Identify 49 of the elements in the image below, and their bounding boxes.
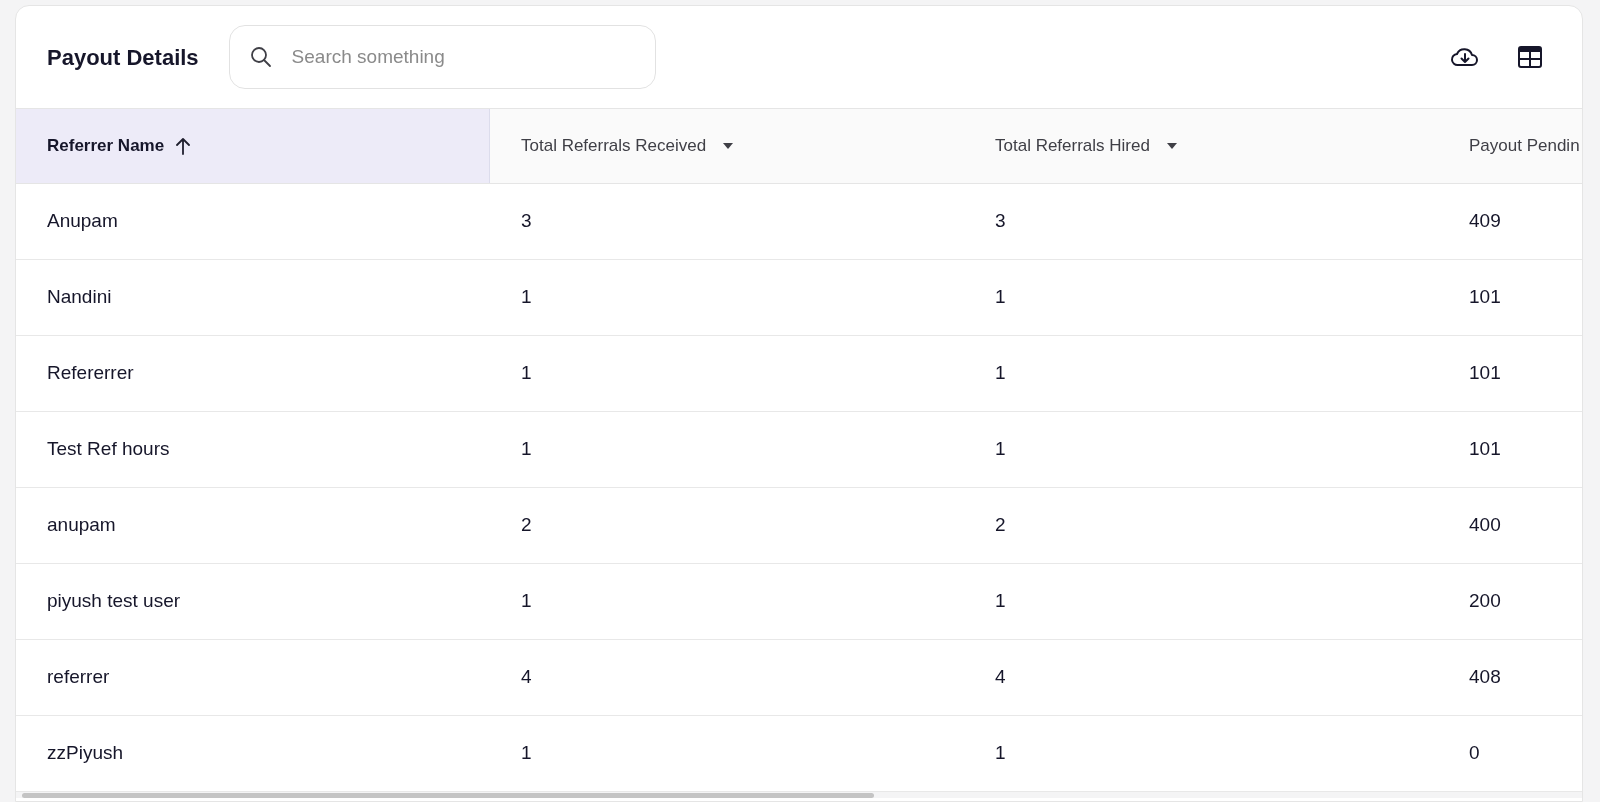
page-title: Payout Details [47, 43, 199, 72]
caret-down-icon[interactable] [1165, 142, 1178, 150]
table-cell-text: 200 [1469, 589, 1501, 614]
table-cell-text: Anupam [47, 209, 118, 234]
column-header[interactable]: Payout Pendin [1438, 109, 1582, 183]
table-cell-text: 101 [1469, 437, 1501, 462]
table-cell-text: piyush test user [47, 589, 181, 614]
up-arrow-icon[interactable] [176, 137, 191, 155]
table-cell-text: zzPiyush [47, 741, 124, 766]
search-icon [248, 45, 273, 69]
table-cell-text: 408 [1469, 665, 1501, 690]
table-cell-text: 4 [521, 665, 532, 690]
table-cell-text: 101 [1469, 361, 1501, 386]
column-header[interactable]: Total Referrals Hired [964, 109, 1438, 183]
column-header[interactable]: Referrer Name [16, 109, 490, 183]
table-cell-text: 1 [521, 437, 532, 462]
table-cell-text: 101 [1469, 285, 1501, 310]
column-label: Referrer Name [47, 135, 165, 158]
table-cell-text: 2 [521, 513, 532, 538]
table-cell-text: 1 [995, 589, 1006, 614]
table-cell-text: 1 [521, 361, 532, 386]
table-cell-text: anupam [47, 513, 116, 538]
table-cell-text: 3 [521, 209, 532, 234]
table-cell-text: 409 [1469, 209, 1501, 234]
table-cell-text: 0 [1469, 741, 1480, 766]
table-cell-text: Nandini [47, 285, 112, 310]
table-cell-text: 2 [995, 513, 1006, 538]
column-label: Total Referrals Received [521, 135, 707, 158]
table-cell-text: referrer [47, 665, 110, 690]
table-cell-text: 1 [995, 361, 1006, 386]
table-cell-text: 1 [995, 437, 1006, 462]
table-cell-text: 4 [995, 665, 1006, 690]
table-cell-text: 1 [995, 285, 1006, 310]
table-cell-text: 1 [995, 741, 1006, 766]
column-label: Payout Pendin [1469, 135, 1580, 158]
table-cell-text: 1 [521, 589, 532, 614]
table-cell-text: 400 [1469, 513, 1501, 538]
table-cell-text: 3 [995, 209, 1006, 234]
table-cell-text: Refererrer [47, 361, 134, 386]
column-label: Total Referrals Hired [995, 135, 1150, 158]
cloud-download-icon[interactable] [1450, 45, 1480, 69]
caret-down-icon[interactable] [722, 142, 735, 150]
column-header[interactable]: Total Referrals Received [490, 109, 964, 183]
table-cell-text: 1 [521, 285, 532, 310]
table-cell-text: 1 [521, 741, 532, 766]
table-cell-text: Test Ref hours [47, 437, 170, 462]
table-layout-icon[interactable] [1518, 46, 1542, 68]
scrollbar-thumb[interactable] [22, 793, 874, 798]
search-field[interactable]: Search something [228, 25, 656, 89]
